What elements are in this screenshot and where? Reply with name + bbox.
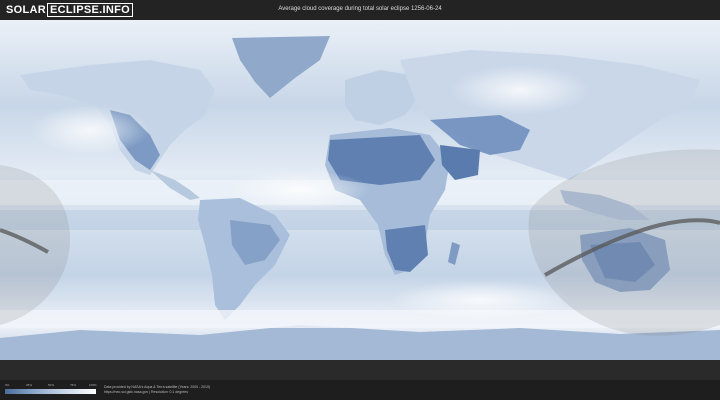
legend-tick-0: 0% [5,383,10,387]
header-bar: SOLAR ECLIPSE.INFO Average cloud coverag… [0,0,720,20]
cloud-patch [450,65,590,115]
legend-tick-50: 50% [48,383,55,387]
data-credits: Data provided by NASA's Aqua & Terra sat… [104,385,210,395]
cloud-coverage-map [0,20,720,360]
legend-tick-75: 75% [70,383,77,387]
credits-line-2: https://neo.sci.gsfc.nasa.gov | Resoluti… [104,390,188,394]
map-bottom-strip [0,360,720,380]
cloud-patch [230,170,370,210]
page-title: Average cloud coverage during total sola… [278,6,442,12]
cloud-coverage-legend-bar [5,389,96,394]
cloud-patch [30,105,150,155]
world-map-svg [0,20,720,360]
legend-tick-25: 25% [26,383,33,387]
legend-tick-100: 100% [89,383,97,387]
legend-ticks: 0% 25% 50% 75% 100% [5,383,97,388]
cloud-patch [390,280,570,320]
